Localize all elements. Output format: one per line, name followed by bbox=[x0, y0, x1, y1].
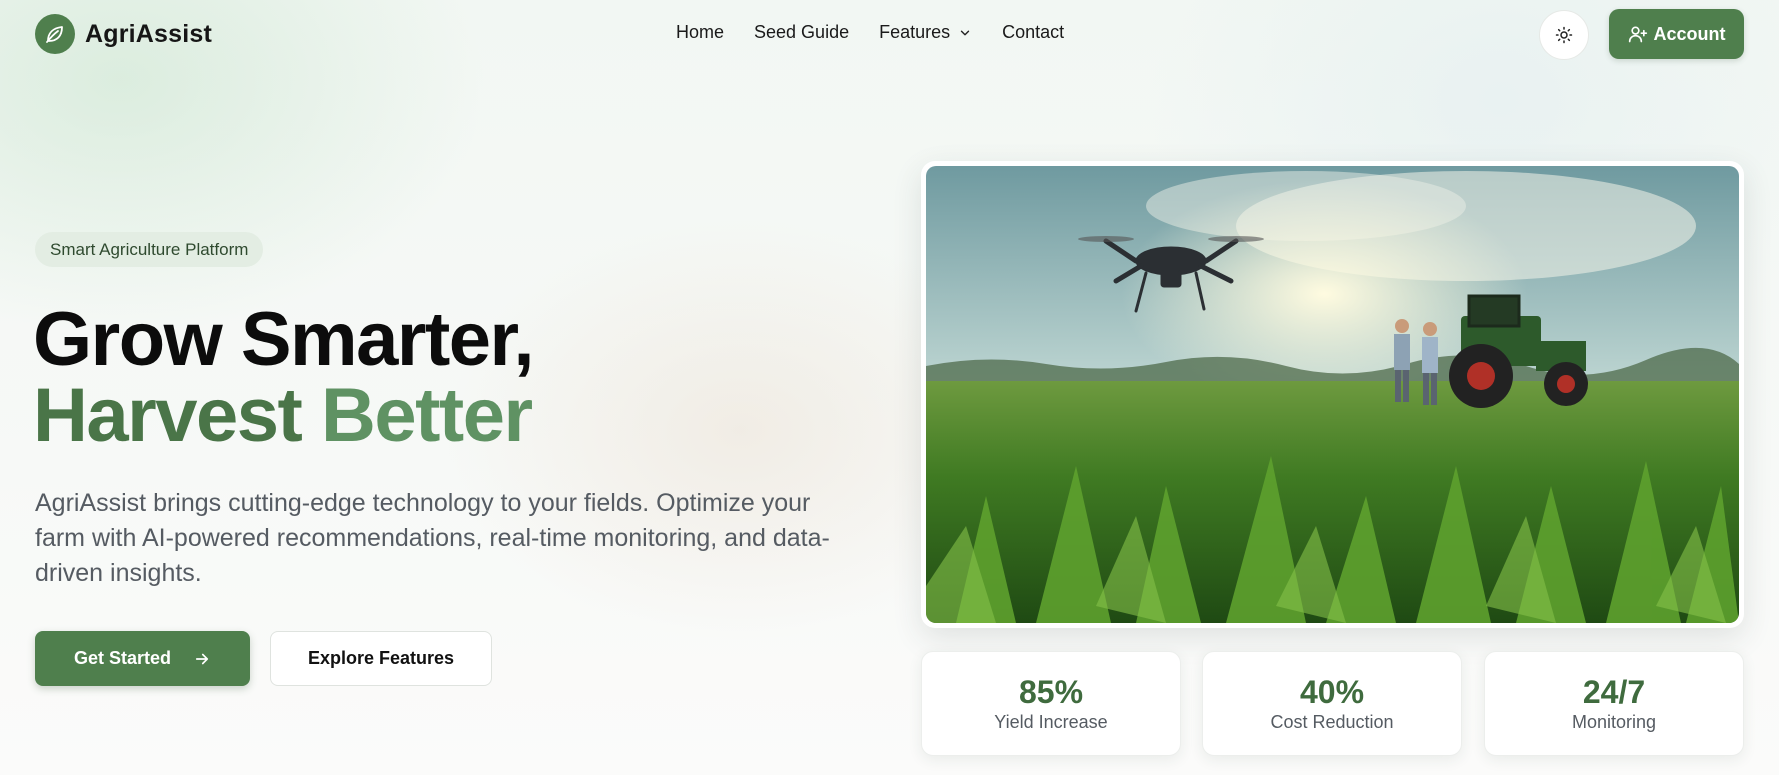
chevron-down-icon bbox=[960, 30, 970, 35]
user-plus-icon bbox=[1628, 26, 1647, 43]
get-started-button[interactable]: Get Started bbox=[35, 631, 250, 686]
stat-value: 85% bbox=[1018, 674, 1084, 710]
nav-link-label: Contact bbox=[1002, 22, 1065, 42]
top-navigation: AgriAssist Home Seed Guide Features Cont… bbox=[0, 0, 1779, 70]
stat-card-yield: 85% Yield Increase bbox=[921, 651, 1181, 756]
get-started-label: Get Started bbox=[73, 648, 172, 668]
main-menu: Home Seed Guide Features Contact bbox=[676, 22, 1064, 43]
stat-card-cost: 40% Cost Reduction bbox=[1202, 651, 1462, 756]
stat-label: Yield Increase bbox=[994, 712, 1108, 732]
stat-value: 24/7 bbox=[1582, 674, 1646, 710]
nav-link-label: Home bbox=[676, 22, 725, 42]
hero-headline: Grow Smarter, Harvest Better bbox=[33, 297, 535, 454]
account-button[interactable]: Account bbox=[1609, 9, 1744, 59]
explore-features-button[interactable]: Explore Features bbox=[270, 631, 492, 686]
account-button-label: Account bbox=[1653, 23, 1726, 44]
stat-label: Cost Reduction bbox=[1270, 712, 1394, 732]
nav-link-label: Seed Guide bbox=[754, 22, 850, 42]
stat-label: Monitoring bbox=[1571, 712, 1657, 732]
nav-link-home[interactable]: Home bbox=[676, 22, 724, 43]
theme-toggle-button[interactable] bbox=[1539, 10, 1589, 60]
headline-word-harvest: Harvest bbox=[33, 373, 303, 458]
nav-link-label: Features bbox=[879, 22, 951, 42]
nav-link-seed-guide[interactable]: Seed Guide bbox=[754, 22, 849, 43]
stat-value: 40% bbox=[1299, 674, 1365, 710]
stat-card-monitoring: 24/7 Monitoring bbox=[1484, 651, 1744, 756]
hero-image-card bbox=[921, 161, 1744, 628]
brand-name: AgriAssist bbox=[85, 19, 213, 48]
leaf-icon bbox=[35, 14, 75, 54]
sun-icon bbox=[1555, 26, 1573, 44]
hero-image bbox=[926, 166, 1739, 623]
hero-description: AgriAssist brings cutting-edge technolog… bbox=[35, 489, 830, 587]
nav-link-features[interactable]: Features bbox=[879, 22, 972, 43]
headline-line-2: Harvest Better bbox=[33, 378, 533, 454]
headline-word-better: Better bbox=[320, 373, 533, 458]
arrow-right-icon bbox=[195, 653, 209, 664]
nav-link-contact[interactable]: Contact bbox=[1002, 22, 1064, 43]
platform-badge: Smart Agriculture Platform bbox=[35, 232, 264, 267]
explore-features-label: Explore Features bbox=[307, 648, 455, 668]
brand[interactable]: AgriAssist bbox=[35, 14, 212, 54]
headline-line-1: Grow Smarter, bbox=[33, 297, 535, 382]
